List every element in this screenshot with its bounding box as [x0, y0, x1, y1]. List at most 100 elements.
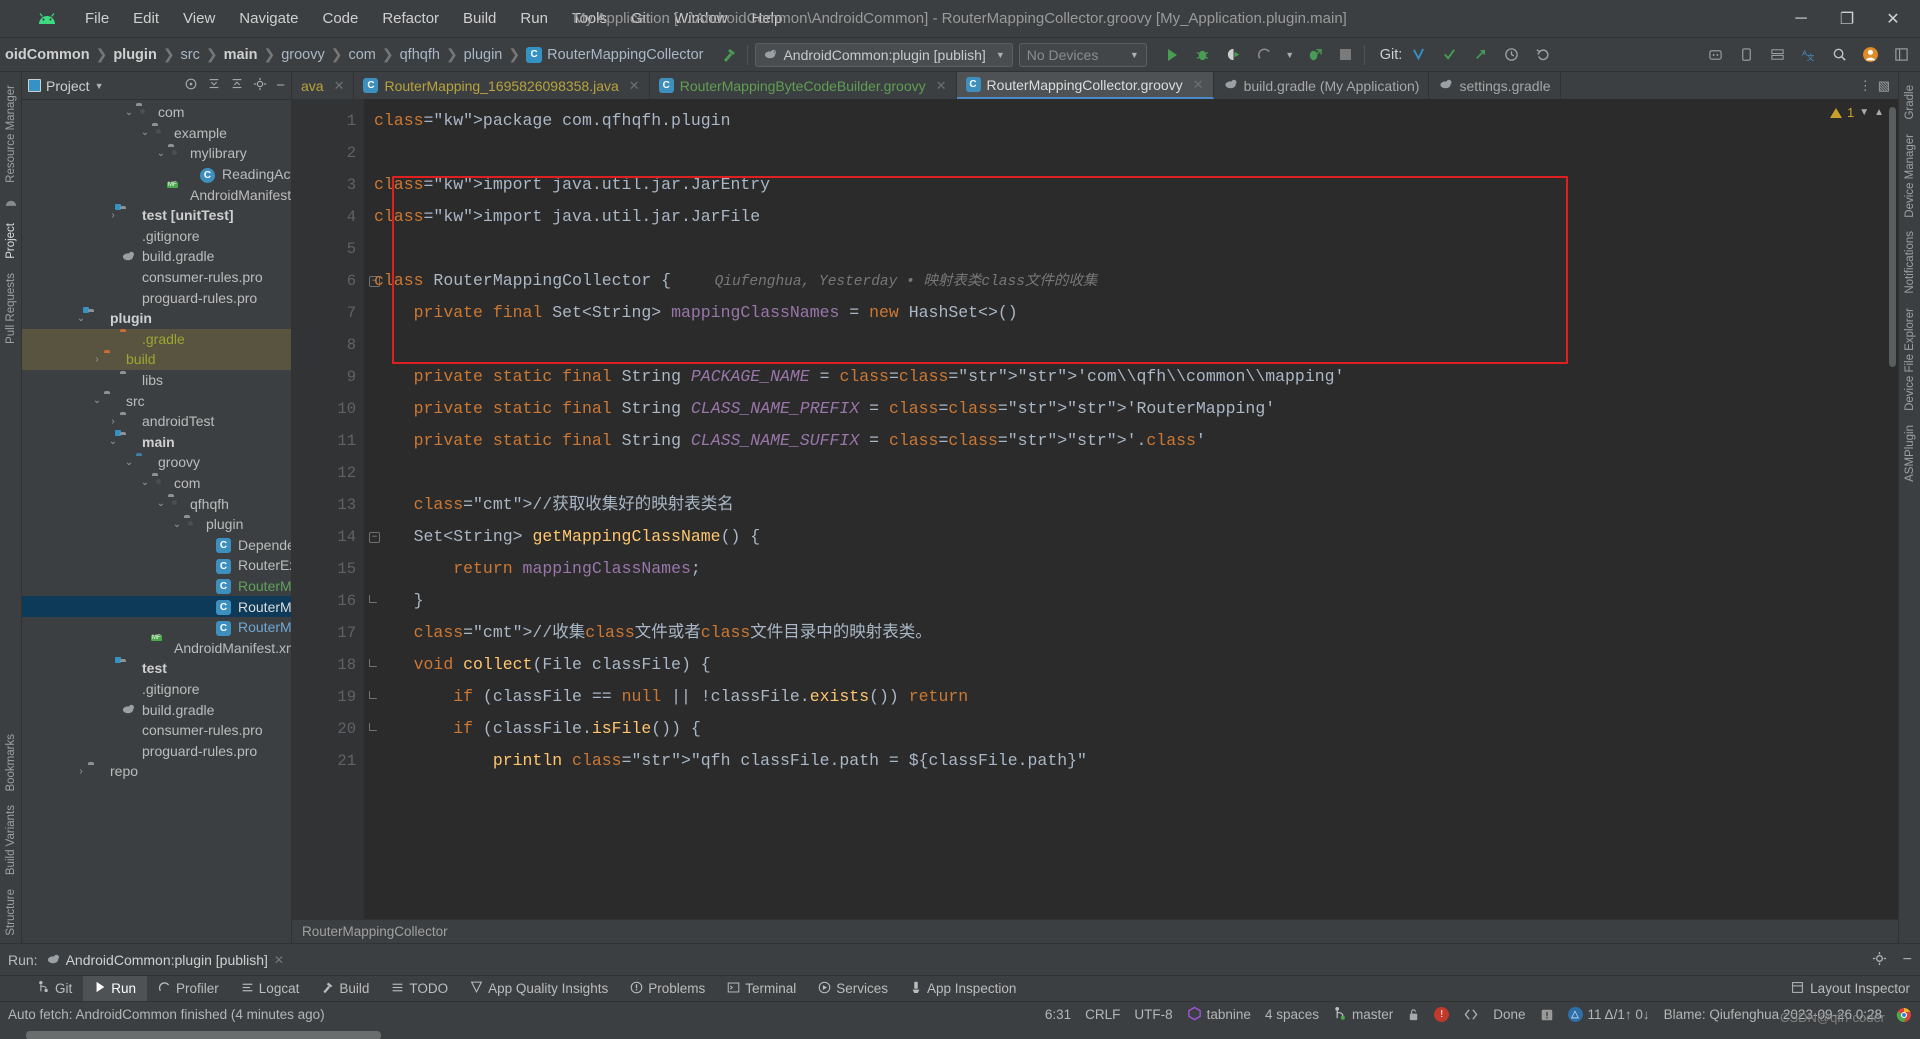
close-icon[interactable]: ✕: [936, 78, 947, 94]
editor-tab-bar[interactable]: ava ✕ C RouterMapping_1695826098358.java ✕ C R…: [292, 72, 1898, 99]
tree-expander-icon[interactable]: ›: [106, 416, 120, 427]
code-line[interactable]: private static final String CLASS_NAME_P…: [374, 393, 1898, 425]
code-line[interactable]: [374, 233, 1898, 265]
editor-tab[interactable]: C RouterMapping_1695826098358.java ✕: [354, 72, 650, 99]
chevron-down-icon[interactable]: ▼: [95, 81, 104, 91]
tree-item[interactable]: proguard-rules.pro: [22, 287, 291, 308]
tree-item[interactable]: build.gradle: [22, 699, 291, 720]
line-separator[interactable]: CRLF: [1085, 1007, 1120, 1022]
tree-item[interactable]: › repo: [22, 761, 291, 782]
caret-position[interactable]: 6:31: [1045, 1007, 1071, 1022]
code-line[interactable]: println class="str">"qfh classFile.path …: [374, 745, 1898, 777]
breadcrumb-item[interactable]: plugin: [108, 47, 162, 63]
profiler-icon[interactable]: [1254, 44, 1276, 66]
run-with-coverage-icon[interactable]: [1223, 44, 1245, 66]
tree-item[interactable]: proguard-rules.pro: [22, 740, 291, 761]
tree-item[interactable]: C RouterMapp: [22, 596, 291, 617]
code-line[interactable]: return mappingClassNames;: [374, 553, 1898, 585]
tree-item[interactable]: ⌄ plugin: [22, 514, 291, 535]
sidebar-item-project[interactable]: Project: [3, 216, 19, 266]
menu-tools[interactable]: Tools: [561, 6, 618, 31]
close-icon[interactable]: ✕: [629, 78, 640, 94]
breadcrumb-item-class[interactable]: C RouterMappingCollector: [521, 46, 708, 63]
inspection-icon[interactable]: [1463, 1007, 1479, 1022]
chrome-icon[interactable]: [1896, 1007, 1912, 1023]
tool-window-run[interactable]: Run: [83, 976, 148, 1001]
code-editor[interactable]: 1 2 3 4 5 6−7 8 9 10 11 12 13 14−15 16 17 18 19 20 21 clas…: [292, 99, 1898, 919]
tree-item[interactable]: AndroidManifest.xml: [22, 184, 291, 205]
gear-icon[interactable]: [1872, 951, 1887, 969]
tree-item[interactable]: › build: [22, 349, 291, 370]
tree-item[interactable]: C RouterExtens: [22, 555, 291, 576]
editor-tab[interactable]: build.gradle (My Application): [1214, 72, 1430, 99]
editor-tab[interactable]: settings.gradle: [1429, 72, 1561, 99]
chevron-down-icon[interactable]: ▼: [1285, 44, 1295, 66]
tool-window-app-quality-insights[interactable]: App Quality Insights: [459, 976, 619, 1001]
tabnine-widget[interactable]: tabnine: [1187, 1006, 1251, 1024]
sidebar-item-notifications[interactable]: Notifications: [1902, 224, 1918, 301]
tree-item[interactable]: ⌄ groovy: [22, 452, 291, 473]
history-icon[interactable]: [1500, 44, 1522, 66]
breadcrumb-item[interactable]: oidCommon: [0, 47, 95, 63]
minimize-icon[interactable]: −: [1903, 951, 1912, 967]
inspection-widget[interactable]: 1 ▼ ▲: [1829, 105, 1884, 120]
tool-window-profiler[interactable]: Profiler: [147, 976, 230, 1001]
menu-view[interactable]: View: [172, 6, 226, 31]
menu-refactor[interactable]: Refactor: [371, 6, 450, 31]
menu-file[interactable]: File: [74, 6, 120, 31]
ai-assistant-icon[interactable]: [1704, 44, 1726, 66]
tool-window-terminal[interactable]: Terminal: [716, 976, 807, 1001]
tree-item[interactable]: › androidTest: [22, 411, 291, 432]
menu-help[interactable]: Help: [741, 6, 794, 31]
sidebar-item-device-manager[interactable]: Device Manager: [1902, 127, 1918, 225]
tree-expander-icon[interactable]: ⌄: [154, 148, 168, 159]
bottom-tool-window-bar[interactable]: Git Run Profiler Logcat Build TODO App Quality…: [0, 975, 1920, 1001]
chevron-down-icon[interactable]: ▼: [1859, 107, 1869, 118]
sidebar-item-build-variants[interactable]: Build Variants: [3, 798, 19, 882]
code-line[interactable]: class RouterMappingCollector { Qiufenghu…: [374, 265, 1898, 297]
tree-expander-icon[interactable]: ⌄: [74, 313, 88, 324]
minimize-button[interactable]: ─: [1778, 1, 1824, 37]
translate-icon[interactable]: A文: [1797, 44, 1819, 66]
attach-debugger-icon[interactable]: [1304, 44, 1326, 66]
close-button[interactable]: ✕: [1870, 1, 1916, 37]
tree-expander-icon[interactable]: ›: [74, 766, 88, 777]
editor-vertical-scrollbar[interactable]: [1886, 99, 1898, 919]
tree-expander-icon[interactable]: ⌄: [170, 519, 184, 530]
git-push-icon[interactable]: [1469, 44, 1491, 66]
tree-item[interactable]: consumer-rules.pro: [22, 267, 291, 288]
collapse-all-icon[interactable]: [207, 77, 221, 94]
code-line[interactable]: private final Set<String> mappingClassNa…: [374, 297, 1898, 329]
code-line[interactable]: private static final String PACKAGE_NAME…: [374, 361, 1898, 393]
tool-window-app-inspection[interactable]: App Inspection: [899, 976, 1027, 1001]
menu-code[interactable]: Code: [311, 6, 369, 31]
tree-item[interactable]: .gitignore: [22, 226, 291, 247]
notification-icon[interactable]: [1540, 1008, 1554, 1022]
code-line[interactable]: Set<String> getMappingClassName() {: [374, 521, 1898, 553]
sidebar-item-asmplugin[interactable]: ASMPlugin: [1902, 418, 1918, 489]
code-line[interactable]: [374, 329, 1898, 361]
tree-item[interactable]: ⌄ main: [22, 432, 291, 453]
tool-window-build[interactable]: Build: [310, 976, 380, 1001]
code-line[interactable]: class="kw">import java.util.jar.JarFile: [374, 201, 1898, 233]
tree-expander-icon[interactable]: ›: [90, 354, 104, 365]
close-icon[interactable]: ✕: [334, 78, 345, 94]
tree-expander-icon[interactable]: ⌄: [90, 395, 104, 406]
code-line[interactable]: class="kw">package com.qfhqfh.plugin: [374, 105, 1898, 137]
error-icon[interactable]: !: [1434, 1007, 1450, 1022]
menu-git[interactable]: Git: [620, 6, 661, 31]
code-line[interactable]: void collect(File classFile) {: [374, 649, 1898, 681]
maximize-button[interactable]: ❐: [1824, 1, 1870, 37]
tree-item[interactable]: ⌄ src: [22, 390, 291, 411]
vcs-diff-widget[interactable]: △ 11 Δ/1↑ 0↓: [1567, 1007, 1650, 1022]
code-content[interactable]: class="kw">package com.qfhqfh.plugin clas…: [364, 99, 1898, 919]
tree-item[interactable]: ⌄ com: [22, 473, 291, 494]
close-icon[interactable]: ✕: [274, 953, 284, 967]
git-branch-widget[interactable]: master: [1333, 1006, 1393, 1024]
sdk-manager-icon[interactable]: [1766, 44, 1788, 66]
tree-item[interactable]: .gitignore: [22, 679, 291, 700]
avatar-icon[interactable]: [1859, 44, 1881, 66]
indent-setting[interactable]: 4 spaces: [1265, 1007, 1319, 1022]
horizontal-scrollbar[interactable]: [26, 1031, 381, 1039]
run-icon[interactable]: [1161, 44, 1183, 66]
